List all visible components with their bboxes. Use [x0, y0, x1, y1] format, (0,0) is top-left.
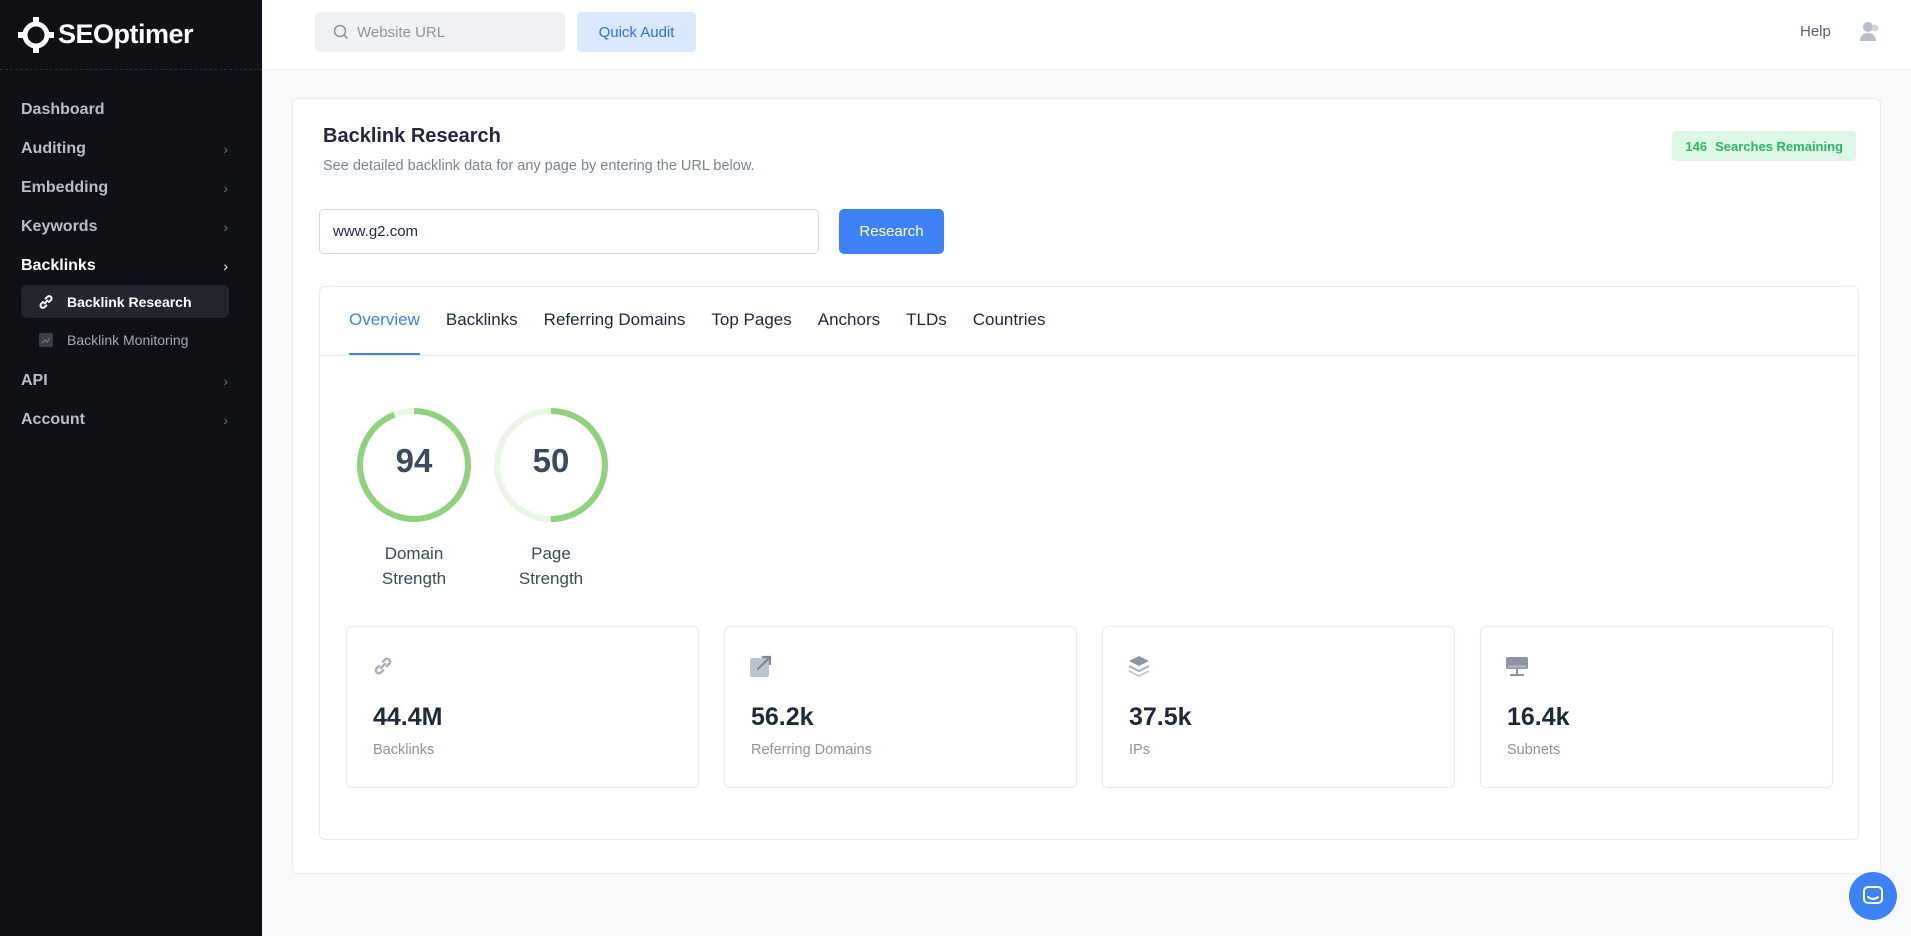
- chat-support-button[interactable]: [1849, 872, 1897, 920]
- tab-referring-domains[interactable]: Referring Domains: [544, 310, 686, 355]
- tab-top-pages[interactable]: Top Pages: [711, 310, 791, 355]
- layers-icon: [1128, 656, 1150, 678]
- tab-backlinks[interactable]: Backlinks: [446, 310, 518, 355]
- sidebar-item-auditing[interactable]: Auditing ›: [0, 129, 262, 168]
- brand-name: SEOptimer: [58, 19, 194, 49]
- sidebar-item-backlinks[interactable]: Backlinks ›: [0, 246, 262, 285]
- chevron-right-icon: ›: [223, 257, 228, 274]
- link-icon: [37, 293, 55, 311]
- sidebar-item-label: Embedding: [21, 178, 109, 196]
- gauge-label: Page Strength: [491, 541, 611, 591]
- gauge-value: 50: [532, 442, 570, 479]
- chat-icon: [1863, 886, 1883, 904]
- user-icon[interactable]: [1860, 20, 1880, 42]
- gauge-label-line: Strength: [381, 569, 447, 588]
- logo[interactable]: SEOptimer: [0, 0, 262, 70]
- stat-label: Subnets: [1507, 742, 1561, 758]
- searches-remaining-badge: 146 Searches Remaining: [1672, 131, 1856, 161]
- gauge-label-line: Strength: [518, 569, 584, 588]
- sidebar-item-embedding[interactable]: Embedding ›: [0, 168, 262, 207]
- remaining-count: 146: [1685, 138, 1708, 154]
- sidebar-item-api[interactable]: API ›: [0, 361, 262, 400]
- quick-audit-button[interactable]: Quick Audit: [577, 12, 696, 52]
- sidebar-item-label: Auditing: [21, 139, 86, 157]
- chart-icon: [37, 331, 55, 349]
- tab-countries[interactable]: Countries: [973, 310, 1046, 355]
- sidebar-subitem-label: Backlink Monitoring: [67, 331, 189, 348]
- sidebar-item-dashboard[interactable]: Dashboard: [0, 90, 262, 129]
- page-subtitle: See detailed backlink data for any page …: [323, 158, 755, 174]
- search-icon: [333, 24, 349, 40]
- domain-strength-gauge: 94 Domain Strength: [354, 405, 474, 591]
- gauge-label: Domain Strength: [354, 541, 474, 591]
- stat-value: 37.5k: [1129, 703, 1192, 731]
- tab-overview[interactable]: Overview: [349, 310, 420, 355]
- stat-card-backlinks: 44.4M Backlinks: [346, 626, 699, 788]
- website-url-search[interactable]: [315, 12, 565, 52]
- sidebar-item-label: Keywords: [21, 217, 98, 235]
- network-icon: [1506, 657, 1528, 676]
- tab-anchors[interactable]: Anchors: [818, 310, 880, 355]
- tab-tlds[interactable]: TLDs: [906, 310, 947, 355]
- external-link-icon: [750, 655, 772, 677]
- sidebar-item-label: Dashboard: [21, 100, 105, 118]
- sidebar-item-label: Account: [21, 410, 85, 428]
- sidebar-item-label: Backlinks: [21, 256, 96, 274]
- chevron-right-icon: ›: [223, 140, 228, 157]
- sidebar-item-label: API: [21, 371, 48, 389]
- gauge-label-line: Domain: [384, 544, 444, 563]
- stat-card-subnets: 16.4k Subnets: [1480, 626, 1833, 788]
- sidebar-subitem-label: Backlink Research: [67, 293, 192, 310]
- topbar: Quick Audit Help: [262, 0, 1911, 70]
- stat-label: IPs: [1129, 742, 1150, 758]
- stat-value: 16.4k: [1507, 703, 1570, 731]
- stat-value: 56.2k: [751, 703, 814, 731]
- page-title: Backlink Research: [323, 125, 501, 147]
- research-button[interactable]: Research: [839, 209, 944, 254]
- chevron-right-icon: ›: [223, 218, 228, 235]
- results-panel: Overview Backlinks Referring Domains Top…: [319, 286, 1859, 840]
- remaining-label: Searches Remaining: [1715, 138, 1843, 154]
- sidebar-item-keywords[interactable]: Keywords ›: [0, 207, 262, 246]
- research-url-input[interactable]: [319, 209, 819, 254]
- page-strength-gauge: 50 Page Strength: [491, 405, 611, 591]
- sidebar-nav: Dashboard Auditing › Embedding › Keyword…: [0, 70, 262, 439]
- gauge-value: 94: [395, 442, 433, 479]
- stat-card-referring-domains: 56.2k Referring Domains: [724, 626, 1077, 788]
- link-icon: [374, 657, 392, 675]
- stat-label: Backlinks: [373, 742, 435, 758]
- stat-label: Referring Domains: [751, 742, 872, 758]
- help-link[interactable]: Help: [1800, 23, 1831, 40]
- stat-card-ips: 37.5k IPs: [1102, 626, 1455, 788]
- sidebar: SEOptimer Dashboard Auditing › Embedding…: [0, 0, 262, 936]
- results-tabs: Overview Backlinks Referring Domains Top…: [320, 287, 1858, 356]
- gauge-label-line: Page: [531, 544, 571, 563]
- stat-value: 44.4M: [373, 703, 443, 731]
- chevron-right-icon: ›: [223, 372, 228, 389]
- sidebar-item-account[interactable]: Account ›: [0, 400, 262, 439]
- backlink-research-card: Backlink Research See detailed backlink …: [292, 98, 1881, 874]
- logo-icon: [18, 16, 54, 53]
- website-url-input[interactable]: [357, 23, 547, 41]
- sidebar-subitem-backlink-research[interactable]: Backlink Research: [21, 285, 229, 318]
- sidebar-subitem-backlink-monitoring[interactable]: Backlink Monitoring: [21, 323, 229, 356]
- chevron-right-icon: ›: [223, 411, 228, 428]
- chevron-right-icon: ›: [223, 179, 228, 196]
